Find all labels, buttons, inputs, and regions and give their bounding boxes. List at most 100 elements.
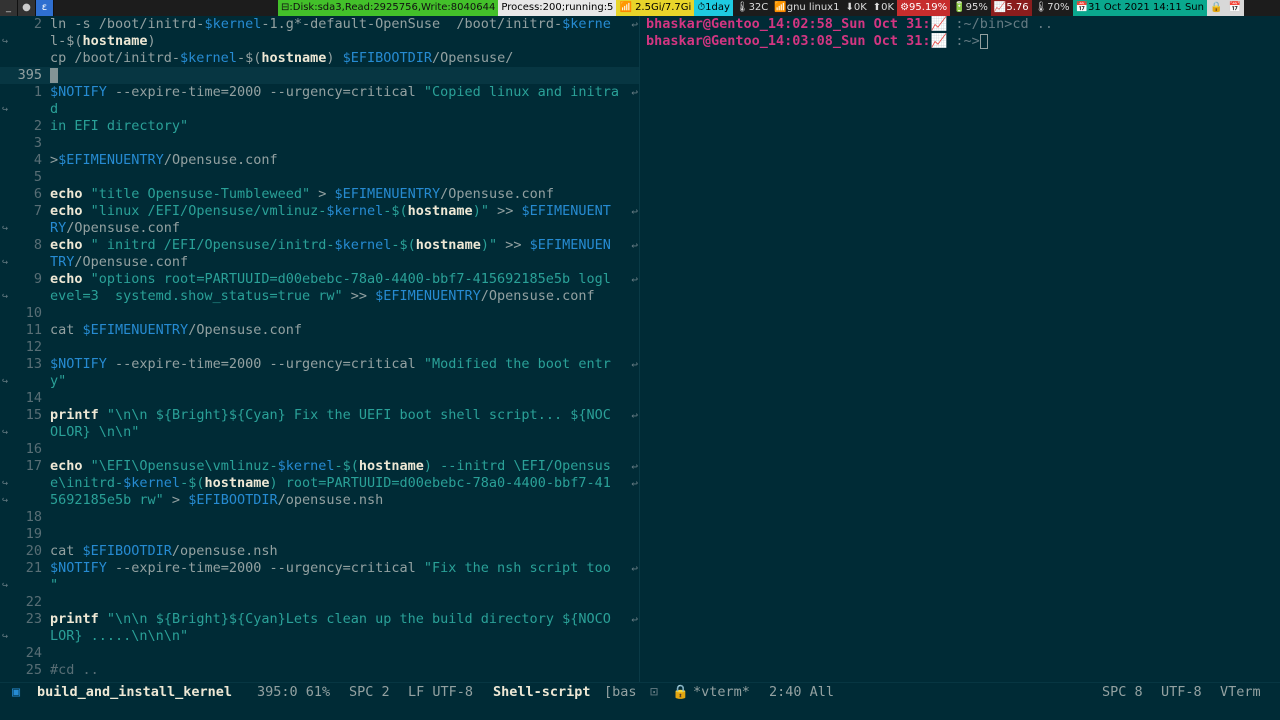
- code-token: /Opensuse/: [432, 50, 514, 66]
- code-text[interactable]: echo "options root=PARTUUID=d00ebebc-78a…: [50, 271, 638, 288]
- vterm-pane[interactable]: bhaskar@Gentoo_14:02:58_Sun Oct 31:📈 :~/…: [640, 16, 1280, 682]
- code-text[interactable]: RY/Opensuse.conf: [50, 220, 638, 237]
- code-line[interactable]: 17 echo "\EFI\Opensuse\vmlinuz-$kernel-$(…: [0, 458, 640, 475]
- code-line[interactable]: ↪ TRY/Opensuse.conf: [0, 254, 640, 271]
- code-token: "Fix the nsh script too: [423, 560, 611, 576]
- wrap-fringe-icon: ↪: [1, 257, 9, 268]
- code-line[interactable]: 24: [0, 645, 640, 662]
- editor-pane[interactable]: 2 ln -s /boot/initrd-$kernel-1.g*-default…: [0, 16, 640, 682]
- code-line[interactable]: 15 printf "\n\n ${Bright}${Cyan} Fix the …: [0, 407, 640, 424]
- code-line[interactable]: ↪ ": [0, 577, 640, 594]
- code-line[interactable]: 22: [0, 594, 640, 611]
- code-line[interactable]: 9 echo "options root=PARTUUID=d00ebebc-78…: [0, 271, 640, 288]
- code-line[interactable]: ↪ OLOR} \n\n": [0, 424, 640, 441]
- window-close-button[interactable]: ●: [18, 0, 36, 16]
- code-text[interactable]: 5692185e5b rw" > $EFIBOOTDIR/opensuse.ns…: [50, 492, 638, 509]
- code-line[interactable]: 4 >$EFIMENUENTRY/Opensuse.conf: [0, 152, 640, 169]
- code-line[interactable]: 16: [0, 441, 640, 458]
- code-line[interactable]: 10: [0, 305, 640, 322]
- code-text[interactable]: ln -s /boot/initrd-$kernel-1.g*-default-…: [50, 16, 638, 33]
- code-line[interactable]: ↪ evel=3 systemd.show_status=true rw" >> …: [0, 288, 640, 305]
- code-text[interactable]: printf "\n\n ${Bright}${Cyan} Fix the UE…: [50, 407, 638, 424]
- code-line[interactable]: 7 echo "linux /EFI/Opensuse/vmlinuz-$kern…: [0, 203, 640, 220]
- code-line[interactable]: cp /boot/initrd-$kernel-$(hostname) $EFI…: [0, 50, 640, 67]
- code-line[interactable]: 395: [0, 67, 640, 84]
- code-token: $kernel: [326, 203, 384, 219]
- minibuffer[interactable]: [0, 701, 1280, 720]
- code-line[interactable]: 25 #cd ..: [0, 662, 640, 679]
- code-line[interactable]: 5: [0, 169, 640, 186]
- terminal-line[interactable]: bhaskar@Gentoo_14:03:08_Sun Oct 31:📈 :~>: [646, 33, 988, 50]
- buffer-name[interactable]: build_and_install_kernel: [37, 683, 232, 702]
- indent-info[interactable]: SPC 2: [349, 683, 390, 702]
- code-text[interactable]: y": [50, 373, 638, 390]
- terminal-line[interactable]: bhaskar@Gentoo_14:02:58_Sun Oct 31:📈 :~/…: [646, 16, 1053, 33]
- line-number: 25: [25, 662, 42, 678]
- code-line[interactable]: 23 printf "\n\n ${Bright}${Cyan}Lets clea…: [0, 611, 640, 628]
- code-text[interactable]: LOR} .....\n\n\n": [50, 628, 638, 645]
- encoding-info[interactable]: LF UTF-8: [408, 683, 473, 702]
- vterm-indent-info[interactable]: SPC 8: [1102, 683, 1143, 702]
- code-line[interactable]: 2 ln -s /boot/initrd-$kernel-1.g*-default…: [0, 16, 640, 33]
- code-line[interactable]: 13 $NOTIFY --expire-time=2000 --urgency=c…: [0, 356, 640, 373]
- code-text[interactable]: e\initrd-$kernel-$(hostname) root=PARTUU…: [50, 475, 638, 492]
- code-token: printf: [50, 407, 99, 423]
- code-line[interactable]: 11 cat $EFIMENUENTRY/Opensuse.conf: [0, 322, 640, 339]
- code-line[interactable]: ↪ 5692185e5b rw" > $EFIBOOTDIR/opensuse.n…: [0, 492, 640, 509]
- code-text[interactable]: echo "title Opensuse-Tumbleweed" > $EFIM…: [50, 186, 638, 203]
- code-text[interactable]: echo "linux /EFI/Opensuse/vmlinuz-$kerne…: [50, 203, 638, 220]
- code-line[interactable]: ↪ d: [0, 101, 640, 118]
- code-text[interactable]: cat $EFIBOOTDIR/opensuse.nsh: [50, 543, 638, 560]
- code-text[interactable]: cat $EFIMENUENTRY/Opensuse.conf: [50, 322, 638, 339]
- status-segment: Process:200;running:5: [498, 0, 617, 16]
- code-text[interactable]: echo "\EFI\Opensuse\vmlinuz-$kernel-$(ho…: [50, 458, 638, 475]
- code-token: )": [480, 237, 498, 253]
- code-text[interactable]: echo " initrd /EFI/Opensuse/initrd-$kern…: [50, 237, 638, 254]
- window-menu-button[interactable]: _: [0, 0, 18, 16]
- code-text[interactable]: evel=3 systemd.show_status=true rw" >> $…: [50, 288, 638, 305]
- code-text[interactable]: [50, 67, 638, 84]
- code-line[interactable]: 20 cat $EFIBOOTDIR/opensuse.nsh: [0, 543, 640, 560]
- status-segment: 📅31 Oct 2021 14:11 Sun: [1072, 0, 1207, 16]
- vterm-mode[interactable]: VTerm: [1220, 683, 1261, 702]
- code-text[interactable]: TRY/Opensuse.conf: [50, 254, 638, 271]
- code-text[interactable]: in EFI directory": [50, 118, 638, 135]
- code-line[interactable]: 8 echo " initrd /EFI/Opensuse/initrd-$ker…: [0, 237, 640, 254]
- major-mode[interactable]: Shell-script: [493, 683, 591, 702]
- code-line[interactable]: 14: [0, 390, 640, 407]
- emacs-app-icon[interactable]: ε: [36, 0, 54, 16]
- code-text[interactable]: $NOTIFY --expire-time=2000 --urgency=cri…: [50, 560, 638, 577]
- vterm-buffer-name[interactable]: *vterm*: [693, 683, 750, 702]
- code-line[interactable]: ↪ y": [0, 373, 640, 390]
- code-line[interactable]: 12: [0, 339, 640, 356]
- code-text[interactable]: >$EFIMENUENTRY/Opensuse.conf: [50, 152, 638, 169]
- code-line[interactable]: 19: [0, 526, 640, 543]
- vterm-encoding-info[interactable]: UTF-8: [1161, 683, 1202, 702]
- code-line[interactable]: 18: [0, 509, 640, 526]
- code-text[interactable]: printf "\n\n ${Bright}${Cyan}Lets clean …: [50, 611, 638, 628]
- code-token: $EFIMENUENTRY: [375, 288, 481, 304]
- code-text[interactable]: $NOTIFY --expire-time=2000 --urgency=cri…: [50, 356, 638, 373]
- code-line[interactable]: 2 in EFI directory": [0, 118, 640, 135]
- line-number: 22: [25, 594, 42, 610]
- code-text[interactable]: l-$(hostname): [50, 33, 638, 50]
- code-line[interactable]: 3: [0, 135, 640, 152]
- code-token: e\initrd-: [50, 475, 124, 491]
- code-line[interactable]: 6 echo "title Opensuse-Tumbleweed" > $EFI…: [0, 186, 640, 203]
- code-token: -$(: [383, 203, 408, 219]
- code-line[interactable]: 21 $NOTIFY --expire-time=2000 --urgency=c…: [0, 560, 640, 577]
- code-line[interactable]: ↪ RY/Opensuse.conf: [0, 220, 640, 237]
- code-text[interactable]: ": [50, 577, 638, 594]
- line-number: 24: [25, 645, 42, 661]
- terminal-cursor: [979, 33, 988, 49]
- code-text[interactable]: d: [50, 101, 638, 118]
- code-text[interactable]: $NOTIFY --expire-time=2000 --urgency=cri…: [50, 84, 638, 101]
- code-text[interactable]: #cd ..: [50, 662, 638, 679]
- code-text[interactable]: OLOR} \n\n": [50, 424, 638, 441]
- code-line[interactable]: ↪ e\initrd-$kernel-$(hostname) root=PARTU…: [0, 475, 640, 492]
- code-line[interactable]: 1 $NOTIFY --expire-time=2000 --urgency=cr…: [0, 84, 640, 101]
- code-token: "\n\n ${Bright}${Cyan} Fix the UEFI boot…: [106, 407, 611, 423]
- code-line[interactable]: ↪ l-$(hostname): [0, 33, 640, 50]
- code-line[interactable]: ↪ LOR} .....\n\n\n": [0, 628, 640, 645]
- code-text[interactable]: cp /boot/initrd-$kernel-$(hostname) $EFI…: [50, 50, 638, 67]
